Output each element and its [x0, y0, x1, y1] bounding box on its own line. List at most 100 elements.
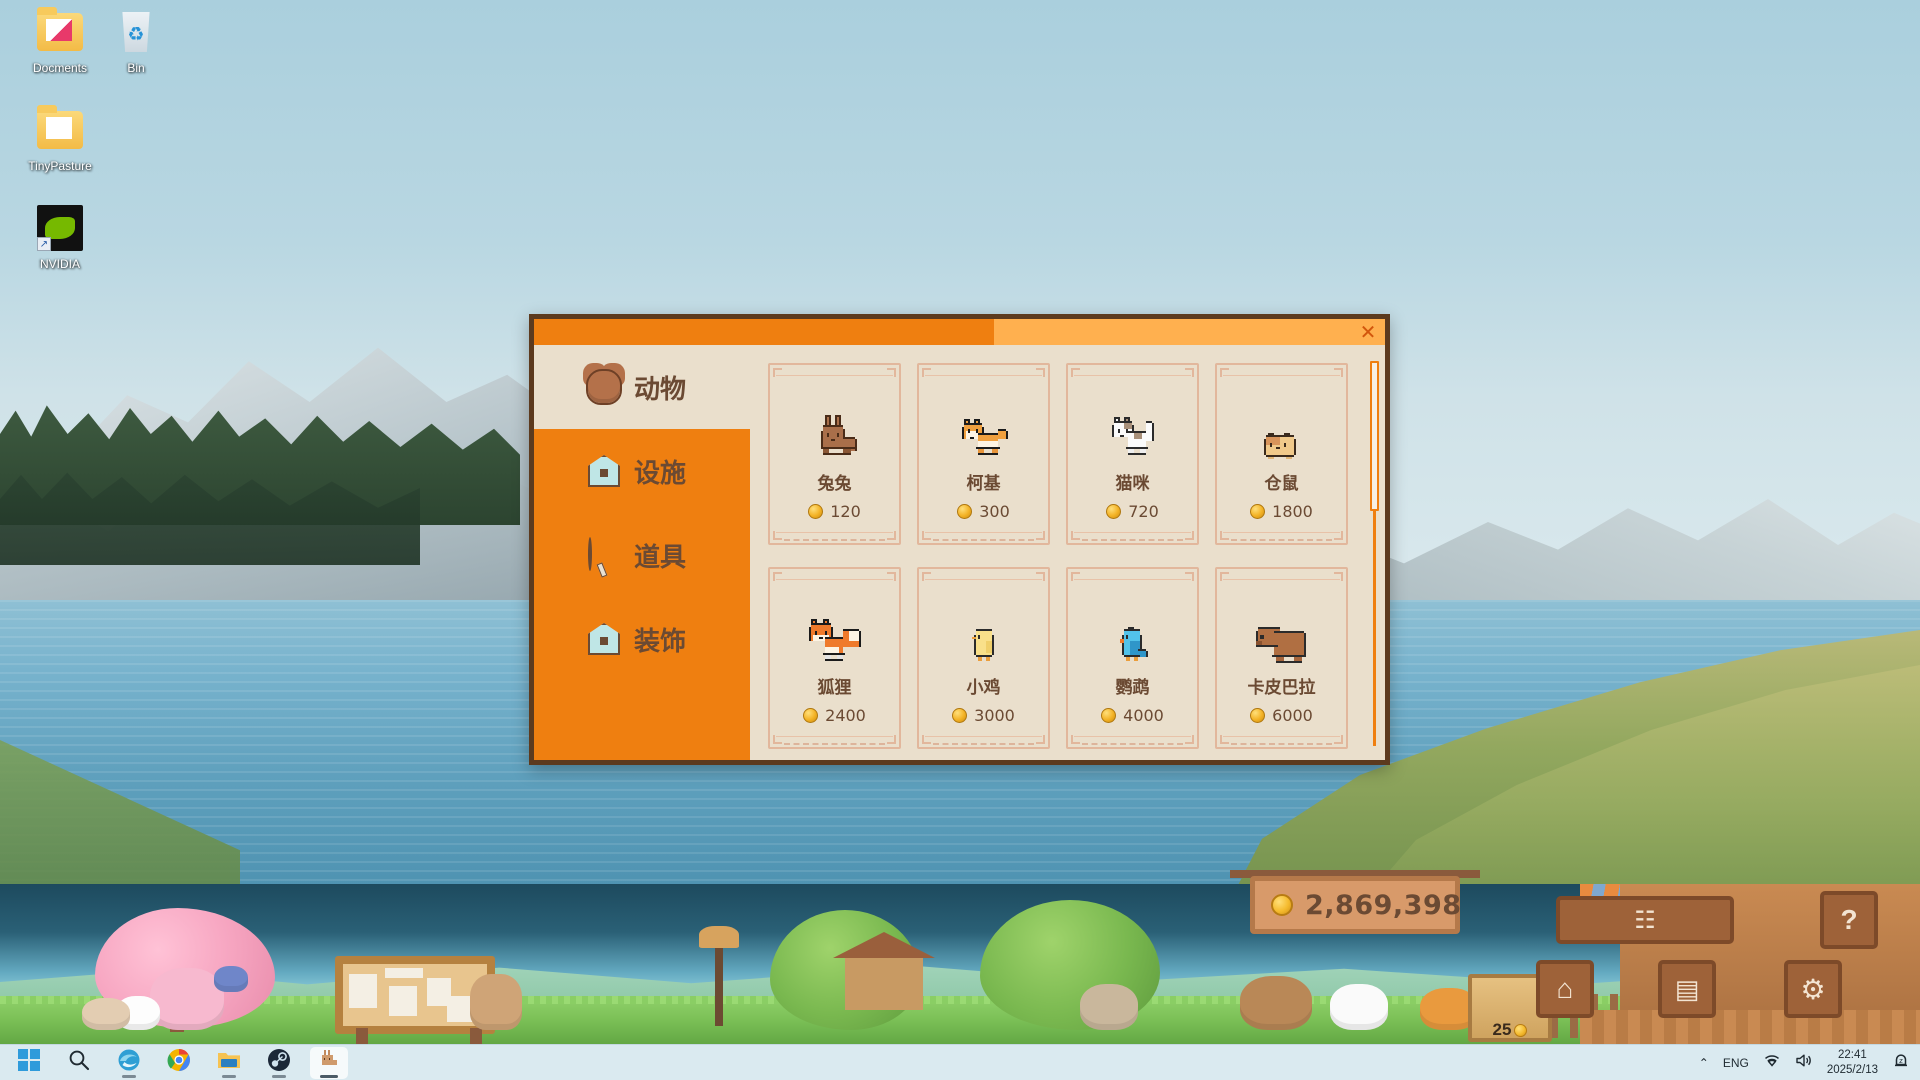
desktop-icon-label: NVIDIA [39, 257, 80, 271]
sidebar-item-label: 装饰 [634, 626, 687, 657]
desktop-icon-tinypasture[interactable]: TinyPasture [8, 104, 112, 174]
rabbit-icon [586, 369, 622, 405]
shop-card-row: 兔兔 120 柯基 300 猫咪 720 仓鼠 1800 [768, 363, 1363, 545]
rabbit-sprite-icon [820, 415, 857, 455]
coin-icon [803, 708, 819, 723]
card-name: 猫咪 [1115, 474, 1150, 494]
shop-card-hamster[interactable]: 仓鼠 1800 [1215, 363, 1348, 545]
shop-card-cat[interactable]: 猫咪 720 [1066, 363, 1199, 545]
card-price-value: 6000 [1272, 706, 1313, 725]
edge-button[interactable] [110, 1047, 148, 1079]
card-name: 兔兔 [817, 474, 852, 494]
wifi-icon[interactable] [1763, 1053, 1781, 1073]
card-name: 小鸡 [966, 678, 1001, 698]
corgi-sprite-icon [961, 419, 1008, 455]
card-sprite [1068, 577, 1197, 669]
system-tray: ⌃ ENG 22:41 2025/2/13 z [1699, 1045, 1920, 1080]
shop-window: ✕ 动物 设施 道具 装饰 兔兔 120 柯基 300 猫咪 720 仓鼠 18… [529, 314, 1390, 765]
recycle-bin-icon: ♻ [84, 6, 188, 58]
card-name: 柯基 [966, 474, 1001, 494]
hud-chest-amount: 25 [1492, 1020, 1512, 1039]
shop-scrollbar[interactable] [1370, 361, 1379, 746]
sidebar-item-facilities[interactable]: 设施 [534, 429, 750, 513]
capybara-sprite-icon [1255, 627, 1306, 663]
coin-icon [1514, 1023, 1528, 1037]
sidebar-item-items[interactable]: 道具 [534, 513, 750, 597]
card-price-value: 1800 [1272, 502, 1313, 521]
coin-icon [808, 504, 824, 519]
close-icon[interactable]: ✕ [1351, 319, 1385, 345]
game-animal-bird [214, 966, 248, 992]
notification-bell-icon[interactable]: z [1892, 1052, 1910, 1075]
card-price-value: 3000 [974, 706, 1015, 725]
shop-card-fox[interactable]: 狐狸 2400 [768, 567, 901, 749]
card-sprite [919, 577, 1048, 669]
card-sprite [770, 577, 899, 669]
start-button[interactable] [10, 1047, 48, 1079]
shop-card-corgi[interactable]: 柯基 300 [917, 363, 1050, 545]
game-animal-alpaca [150, 968, 224, 1030]
fox-sprite-icon [808, 619, 861, 661]
game-animal-panda [1330, 984, 1388, 1030]
sidebar-item-decorations[interactable]: 装饰 [534, 597, 750, 681]
shop-scrollbar-thumb[interactable] [1370, 361, 1379, 511]
chrome-button[interactable] [160, 1047, 198, 1079]
taskbar: ⌃ ENG 22:41 2025/2/13 z [0, 1044, 1920, 1080]
cat-sprite-icon [1111, 417, 1154, 455]
home-icon: ⌂ [1556, 973, 1574, 1004]
settings-button[interactable]: ⚙ [1784, 960, 1842, 1018]
book-button[interactable]: ▤ [1658, 960, 1716, 1018]
tinypasture-button[interactable] [310, 1046, 348, 1079]
home-button[interactable]: ⌂ [1536, 960, 1594, 1018]
shop-content: 兔兔 120 柯基 300 猫咪 720 仓鼠 1800 狐狸 2400 小鸡 … [750, 345, 1385, 760]
help-button[interactable]: ? [1820, 891, 1878, 949]
hud-coin-total: 2,869,398 [1305, 889, 1462, 921]
game-lamp-head [699, 926, 739, 948]
shop-card-rabbit[interactable]: 兔兔 120 [768, 363, 901, 545]
sidebar-item-animals[interactable]: 动物 [534, 345, 750, 429]
folder-icon [217, 1049, 241, 1076]
hamster-sprite-icon [1263, 433, 1296, 459]
house-icon [588, 455, 620, 487]
question-mark-icon: ? [1840, 904, 1858, 935]
game-barn-deck [1580, 1010, 1920, 1044]
rabbit-icon [318, 1049, 340, 1076]
parrot-sprite-icon [1119, 627, 1148, 661]
svg-text:z: z [1899, 1057, 1903, 1065]
book-icon: ▤ [1674, 973, 1700, 1004]
card-sprite [770, 373, 899, 465]
shop-sidebar: 动物 设施 道具 装饰 [534, 345, 750, 760]
desktop-icon-label: TinyPasture [28, 159, 92, 173]
fence-button[interactable]: ☷ [1556, 896, 1734, 944]
shop-card-chick[interactable]: 小鸡 3000 [917, 567, 1050, 749]
coin-icon [1271, 894, 1293, 916]
taskbar-items [0, 1046, 1920, 1079]
search-button[interactable] [60, 1047, 98, 1079]
shop-card-capybara[interactable]: 卡皮巴拉 6000 [1215, 567, 1348, 749]
chevron-up-icon[interactable]: ⌃ [1699, 1056, 1709, 1070]
game-animal-capybara-2 [1240, 976, 1312, 1030]
coin-icon [1101, 708, 1117, 723]
house-icon [588, 623, 620, 655]
speaker-icon[interactable] [1795, 1053, 1813, 1073]
card-price-value: 720 [1128, 502, 1159, 521]
card-price: 3000 [952, 706, 1015, 725]
shop-titlebar: ✕ [534, 319, 1385, 345]
file-explorer-button[interactable] [210, 1047, 248, 1079]
clock[interactable]: 22:41 2025/2/13 [1827, 1048, 1878, 1077]
fence-icon: ☷ [1634, 906, 1656, 934]
card-price: 4000 [1101, 706, 1164, 725]
steam-button[interactable] [260, 1047, 298, 1079]
clock-date: 2025/2/13 [1826, 1064, 1878, 1076]
desktop-icon-recycle-bin[interactable]: ♻ Bin [84, 6, 188, 76]
card-sprite [919, 373, 1048, 465]
shop-card-parrot[interactable]: 鹦鹉 4000 [1066, 567, 1199, 749]
desktop-icon-label: Bin [127, 61, 145, 75]
hud-coin-counter: 2,869,398 [1250, 876, 1462, 934]
language-indicator[interactable]: ENG [1723, 1056, 1749, 1070]
card-name: 狐狸 [817, 678, 852, 698]
lollipop-icon [588, 537, 620, 571]
game-lamp-post [715, 940, 723, 1026]
coin-icon [952, 708, 968, 723]
desktop-icon-nvidia[interactable]: ↗ NVIDIA [8, 202, 112, 272]
